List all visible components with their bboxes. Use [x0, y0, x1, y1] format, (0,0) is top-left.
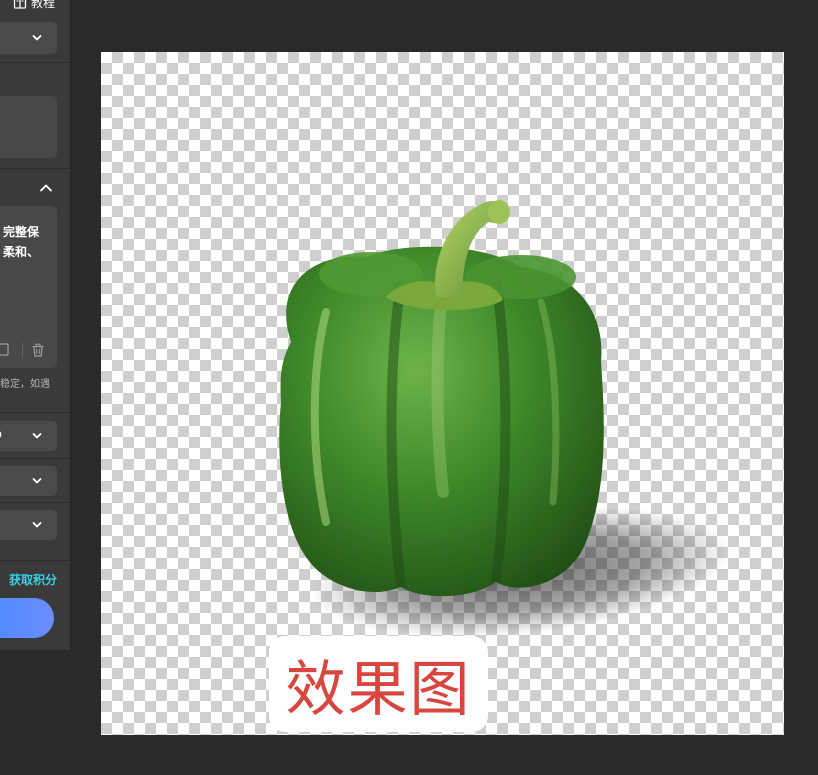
- copy-icon[interactable]: [0, 342, 14, 358]
- prompt-textarea[interactable]: 完整保 柔和、: [0, 206, 57, 368]
- result-canvas: 效果图: [101, 52, 784, 735]
- prompt-line: 柔和、: [3, 245, 40, 259]
- chevron-up-icon[interactable]: [38, 180, 54, 196]
- model-select-2[interactable]: ro: [0, 421, 57, 451]
- chevron-down-icon: [32, 433, 42, 439]
- divider: [0, 168, 70, 169]
- prompt-actions: [0, 342, 45, 358]
- chevron-down-icon: [32, 478, 42, 484]
- prompt-text: 完整保 柔和、: [3, 222, 57, 262]
- get-points-link[interactable]: 获取积分: [9, 571, 57, 588]
- generate-button[interactable]: [0, 598, 54, 638]
- settings-panel: 教程 完整保 柔和、 稳定，如遇 获取积分: [0, 0, 71, 650]
- divider: [0, 502, 70, 503]
- app-root: 教程 完整保 柔和、 稳定，如遇 获取积分 效果图: [0, 0, 818, 775]
- divider: [0, 458, 70, 459]
- reference-input-box[interactable]: [0, 96, 57, 158]
- divider: [0, 412, 70, 413]
- divider: [0, 62, 70, 63]
- chevron-down-icon: [32, 522, 42, 528]
- separator: [22, 343, 23, 357]
- prompt-line: 完整保: [3, 225, 40, 239]
- model-select-3[interactable]: [0, 466, 57, 496]
- trash-icon[interactable]: [31, 343, 45, 358]
- model-select-2-value: ro: [0, 427, 2, 441]
- prompt-hint: 稳定，如遇: [0, 379, 50, 390]
- chevron-down-icon: [32, 35, 42, 41]
- tutorial-link[interactable]: 教程: [13, 0, 55, 11]
- divider: [0, 560, 70, 561]
- model-select-1[interactable]: [0, 22, 57, 54]
- green-pepper-image: [279, 200, 730, 638]
- tutorial-label: 教程: [31, 0, 56, 10]
- book-icon: [13, 0, 27, 10]
- model-select-4[interactable]: [0, 510, 57, 540]
- watermark-badge: 效果图: [269, 636, 488, 732]
